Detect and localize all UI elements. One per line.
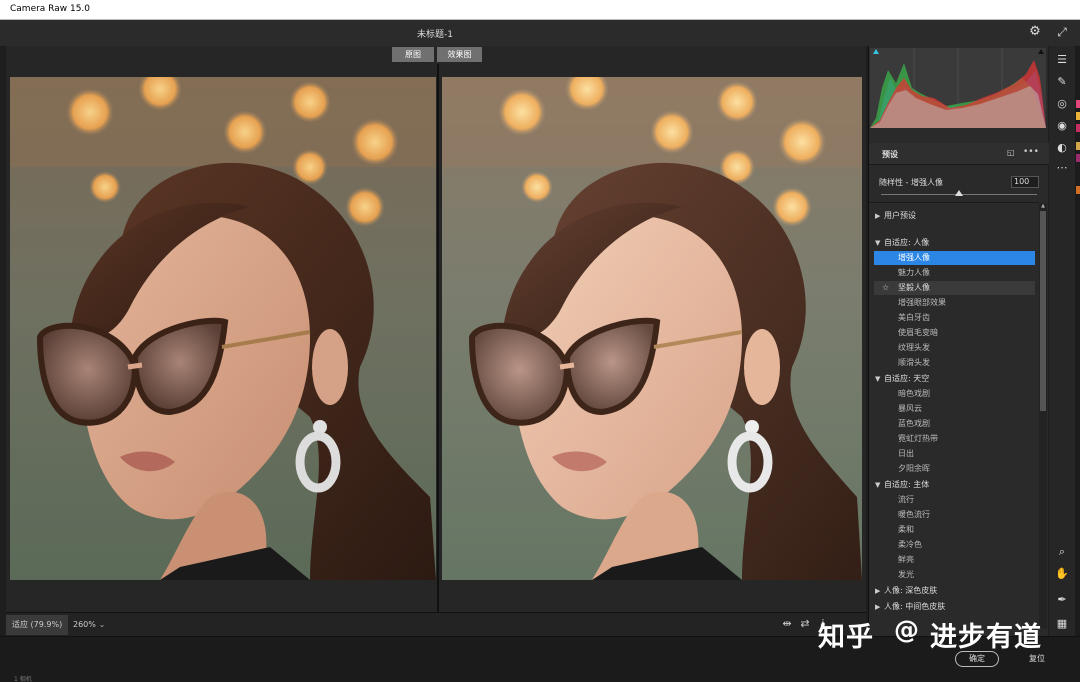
workspace: 原图 效果图 <box>6 46 866 612</box>
watermark-author: 进步有道 <box>930 622 1042 653</box>
presets-icon[interactable]: ◐ <box>1054 140 1070 156</box>
color-swatch <box>1076 186 1080 194</box>
document-titlebar: 未标题-1 ⚙ ⤢ <box>0 20 1080 46</box>
color-swatch <box>1076 142 1080 150</box>
preset-item-hovered[interactable]: ☆ 坚毅人像 <box>874 281 1035 295</box>
preset-item[interactable]: 鲜亮 <box>898 553 914 567</box>
more-options-icon[interactable]: ••• <box>1023 147 1039 157</box>
divider <box>869 202 1039 203</box>
preset-item[interactable]: 暗色戏剧 <box>898 387 930 401</box>
zoom-percent-button[interactable]: 260% <box>70 615 96 635</box>
before-after-toggle-icon[interactable]: ⇹ <box>780 617 794 631</box>
preset-item-selected[interactable]: 增强人像 <box>874 251 1035 265</box>
preset-item[interactable]: 流行 <box>898 493 914 507</box>
zoom-fit-button[interactable]: 适应 (79.9%) <box>6 615 68 635</box>
gear-icon[interactable]: ⚙ <box>1028 25 1042 39</box>
new-preset-icon[interactable]: ◱ <box>1007 148 1017 158</box>
group-subject[interactable]: ▼ 自适应: 主体 <box>875 478 929 492</box>
preset-item[interactable]: 蓝色戏剧 <box>898 417 930 431</box>
scrollbar-thumb[interactable] <box>1040 211 1046 411</box>
red-eye-icon[interactable]: ◉ <box>1054 118 1070 134</box>
watermark-brand: 知乎 <box>818 622 874 653</box>
preset-item[interactable]: 顺滑头发 <box>898 356 930 370</box>
preset-item[interactable]: 暖色流行 <box>898 508 930 522</box>
tab-after[interactable]: 效果图 <box>437 47 482 62</box>
histogram <box>870 48 1046 128</box>
watermark-at: @ <box>894 615 919 644</box>
preset-scrollbar[interactable]: ▲ <box>1039 203 1047 628</box>
right-toolbar: ☰ ✎ ◎ ◉ ◐ ⋯ ⌕ ✋ ✒ ▦ <box>1049 46 1075 636</box>
caret-down-icon: ▼ <box>875 239 881 247</box>
before-image-pane[interactable] <box>10 77 436 580</box>
group-sky[interactable]: ▼ 自适应: 天空 <box>875 372 929 386</box>
masking-icon[interactable]: ◎ <box>1054 96 1070 112</box>
tab-before[interactable]: 原图 <box>392 47 434 62</box>
preset-item[interactable]: 柔冷色 <box>898 538 922 552</box>
group-label: 用户预设 <box>884 211 916 220</box>
preset-item[interactable]: 魅力人像 <box>898 266 930 280</box>
preset-item[interactable]: 美白牙齿 <box>898 311 930 325</box>
group-portrait[interactable]: ▼ 自适应: 人像 <box>875 236 929 250</box>
group-label: 人像: 深色皮肤 <box>884 586 938 595</box>
caret-down-icon: ▼ <box>875 481 881 489</box>
preset-item[interactable]: 发光 <box>898 568 914 582</box>
preset-item[interactable]: 增强眼部效果 <box>898 296 946 310</box>
healing-brush-icon[interactable]: ✎ <box>1054 74 1070 90</box>
preset-item[interactable]: 夕阳余晖 <box>898 462 930 476</box>
group-label: 自适应: 天空 <box>884 374 930 383</box>
group-dark-skin[interactable]: ▶ 人像: 深色皮肤 <box>875 584 937 598</box>
caret-down-icon: ▼ <box>875 375 881 383</box>
view-bottom-bar: 适应 (79.9%) 260% ⌄ ⇹ ⇄ ⇣ <box>6 612 866 636</box>
presets-header: 预设 ◱ ••• <box>869 143 1049 165</box>
group-user-presets[interactable]: ▶ 用户预设 <box>875 209 916 223</box>
zoom-icon[interactable]: ⌕ <box>1054 544 1070 560</box>
caret-right-icon: ▶ <box>875 587 881 595</box>
amount-label: 随样性 - 增强人像 <box>879 178 943 187</box>
preset-item[interactable]: 日出 <box>898 447 914 461</box>
edge-strip <box>1075 46 1080 636</box>
color-swatch <box>1076 154 1080 162</box>
hand-icon[interactable]: ✋ <box>1054 566 1070 582</box>
footer-status: 1 相机 <box>14 676 32 682</box>
after-photo <box>442 77 862 580</box>
amount-slider-thumb[interactable] <box>955 190 963 196</box>
color-swatch <box>1076 100 1080 108</box>
caret-right-icon: ▶ <box>875 212 881 220</box>
color-swatch <box>1076 124 1080 132</box>
pane-divider <box>437 64 439 612</box>
group-label: 人像: 中间色皮肤 <box>884 602 946 611</box>
edit-sliders-icon[interactable]: ☰ <box>1054 52 1070 68</box>
caret-right-icon: ▶ <box>875 603 881 611</box>
grid-icon[interactable]: ▦ <box>1054 616 1070 632</box>
scroll-up-icon[interactable]: ▲ <box>1039 203 1047 209</box>
group-medium-skin[interactable]: ▶ 人像: 中间色皮肤 <box>875 600 945 614</box>
watermark: 知乎 @ 进步有道 <box>818 615 1054 655</box>
preset-item[interactable]: 霓虹灯热带 <box>898 432 938 446</box>
os-titlebar: Camera Raw 15.0 <box>0 0 1080 20</box>
eyedropper-icon[interactable]: ✒ <box>1054 592 1070 608</box>
window-title: Camera Raw 15.0 <box>10 4 91 14</box>
group-label: 自适应: 主体 <box>884 480 930 489</box>
preset-item-label: 坚毅人像 <box>898 283 930 292</box>
fullscreen-icon[interactable]: ⤢ <box>1055 25 1069 39</box>
more-tools-icon[interactable]: ⋯ <box>1054 160 1070 176</box>
preset-item[interactable]: 纹理头发 <box>898 341 930 355</box>
right-panel: 预设 ◱ ••• 随样性 - 增强人像 100 ▶ 用户预设 ▼ 自适应: 人像 增… <box>868 46 1049 636</box>
document-title: 未标题-1 <box>417 30 453 40</box>
before-photo <box>10 77 436 580</box>
presets-title: 预设 <box>882 150 898 159</box>
preset-item[interactable]: 使眉毛变暗 <box>898 326 938 340</box>
preset-item[interactable]: 暴风云 <box>898 402 922 416</box>
preset-item[interactable]: 柔和 <box>898 523 914 537</box>
swap-icon[interactable]: ⇄ <box>798 617 812 631</box>
chevron-down-icon[interactable]: ⌄ <box>96 615 108 635</box>
after-image-pane[interactable] <box>442 77 862 580</box>
group-label: 自适应: 人像 <box>884 238 930 247</box>
amount-input[interactable]: 100 <box>1011 176 1039 188</box>
color-swatch <box>1076 112 1080 120</box>
star-icon[interactable]: ☆ <box>882 281 889 295</box>
